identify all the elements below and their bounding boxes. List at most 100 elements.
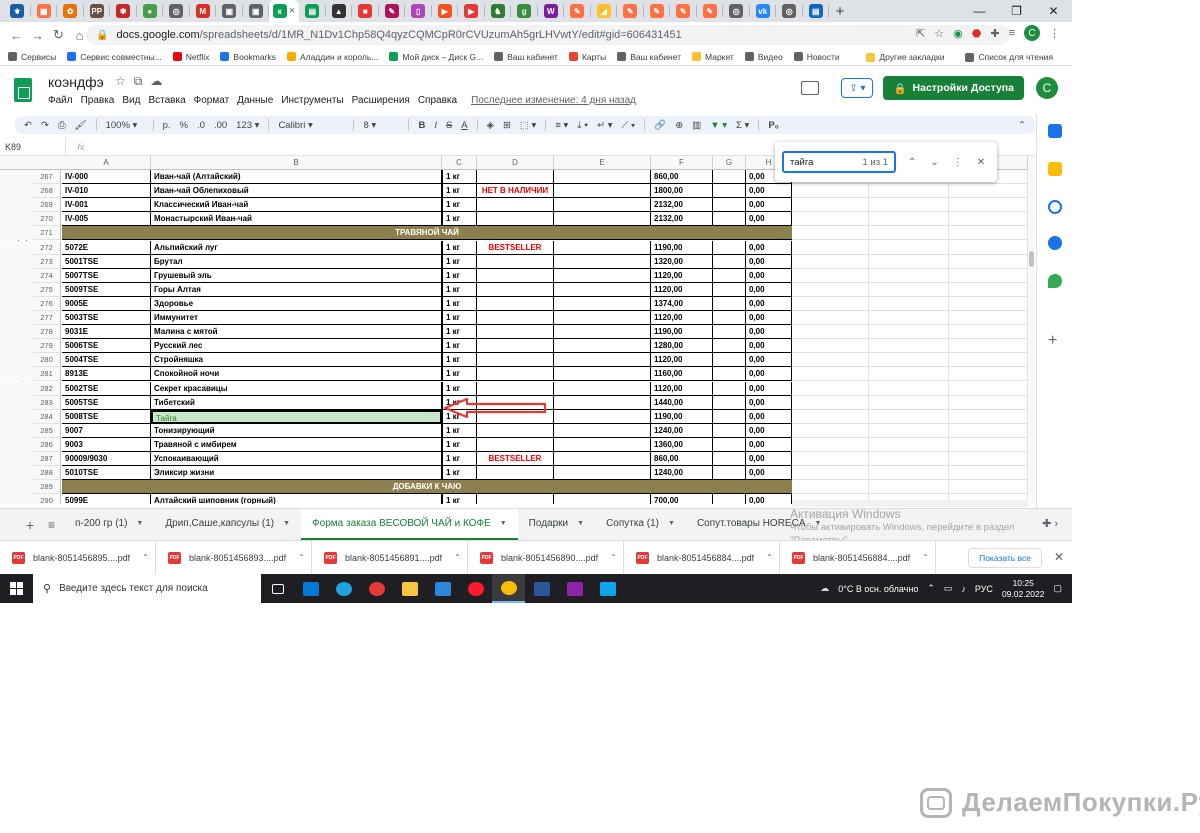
cell-a[interactable]: 9007 xyxy=(62,423,151,438)
cell-h[interactable] xyxy=(713,268,746,283)
add-addon-icon[interactable]: + xyxy=(1048,332,1057,350)
cell-a[interactable]: 9005E xyxy=(62,296,151,311)
browser-tab[interactable]: ▶ xyxy=(432,0,459,22)
cell-c[interactable]: 1 кг xyxy=(442,311,477,326)
opera-icon[interactable] xyxy=(459,574,492,603)
empty-cell[interactable] xyxy=(949,240,1028,255)
tasks-icon[interactable] xyxy=(1048,200,1062,214)
add-sheet-icon[interactable]: + xyxy=(26,517,48,533)
puzzle-icon[interactable]: ✚ xyxy=(990,27,999,40)
back-icon[interactable]: ← xyxy=(6,28,27,43)
cell-a[interactable]: 5006TSE xyxy=(62,339,151,354)
contacts-icon[interactable] xyxy=(1048,236,1062,250)
cell-c[interactable]: 1 кг xyxy=(442,339,477,354)
cell-f[interactable] xyxy=(554,494,651,504)
empty-cell[interactable] xyxy=(869,282,949,297)
row-number[interactable]: 267 xyxy=(33,170,61,185)
cell-d[interactable] xyxy=(477,494,554,504)
chevron-down-icon[interactable]: ▼ xyxy=(136,520,143,527)
move-icon[interactable]: ⧉ xyxy=(134,74,143,89)
text-color-button[interactable]: A xyxy=(461,120,467,131)
cell-f[interactable] xyxy=(554,254,651,269)
decrease-decimal-button[interactable]: .0 xyxy=(197,120,205,131)
browser-tab[interactable]: ✎ xyxy=(697,0,724,22)
browser-tab[interactable]: ▯ xyxy=(405,0,432,22)
empty-cell[interactable] xyxy=(949,395,1028,410)
empty-cell[interactable] xyxy=(869,353,949,368)
mail-icon[interactable] xyxy=(294,574,327,603)
cell-b[interactable]: Успокаивающий xyxy=(151,452,442,467)
browser-tab[interactable]: ✎ xyxy=(644,0,671,22)
cell-h[interactable] xyxy=(713,198,746,213)
taskbar-search[interactable]: ⚲ Введите здесь текст для поиска xyxy=(33,574,261,603)
cell-a[interactable]: IV-000 xyxy=(62,170,151,185)
find-input[interactable]: тайга 1 из 1 xyxy=(782,151,896,173)
empty-cell[interactable] xyxy=(869,226,949,241)
cell-h[interactable] xyxy=(713,452,746,467)
notifications-icon[interactable]: ▢ xyxy=(1053,583,1062,594)
empty-cell[interactable] xyxy=(869,381,949,396)
sheet-tab[interactable]: Форма заказа ВЕСОВОЙ ЧАЙ и КОФЕ ▼ xyxy=(301,508,518,541)
cell-h[interactable] xyxy=(713,367,746,382)
download-item[interactable]: PDF blank-8051456890....pdf ⌃ xyxy=(468,540,624,575)
empty-cell[interactable] xyxy=(869,240,949,255)
cell-c[interactable]: 1 кг xyxy=(442,437,477,452)
bookmark-item[interactable]: Аладдин и король... xyxy=(286,52,378,62)
empty-cell[interactable] xyxy=(869,311,949,326)
align-vertical-icon[interactable]: ⤓ ▾ xyxy=(577,120,588,131)
cell-h[interactable] xyxy=(713,409,746,424)
empty-cell[interactable] xyxy=(949,339,1028,354)
task-view-icon[interactable] xyxy=(261,574,294,603)
browser-tab[interactable]: ✾ xyxy=(110,0,137,22)
cell-f[interactable] xyxy=(554,395,651,410)
cell-f[interactable] xyxy=(554,212,651,227)
cell-g[interactable]: 860,00 xyxy=(651,170,713,185)
zoom-select[interactable]: 100% ▾ xyxy=(106,120,144,131)
edge-icon[interactable] xyxy=(327,574,360,603)
new-tab-button[interactable]: + xyxy=(829,3,851,20)
url-field[interactable]: 🔒 docs.google.com/spreadsheets/d/1MR_N1D… xyxy=(86,25,1010,45)
document-title[interactable]: коэндфэ xyxy=(48,74,104,90)
cell-b[interactable]: Классический Иван-чай xyxy=(151,198,442,213)
cell-a[interactable]: 5005TSE xyxy=(62,395,151,410)
empty-cell[interactable] xyxy=(949,409,1028,424)
cell-h[interactable] xyxy=(713,282,746,297)
chevron-up-icon[interactable]: ⌃ xyxy=(922,553,929,562)
browser-tab[interactable]: ▣ xyxy=(216,0,243,22)
cell-c[interactable]: 1 кг xyxy=(442,170,477,185)
reading-list[interactable]: Список для чтения xyxy=(965,52,1053,62)
network-icon[interactable]: ▭ xyxy=(944,583,953,594)
cell-g[interactable]: 1120,00 xyxy=(651,268,713,283)
cell-f[interactable] xyxy=(554,325,651,340)
empty-cell[interactable] xyxy=(792,268,869,283)
cell-d[interactable] xyxy=(477,367,554,382)
borders-icon[interactable]: ⊞ xyxy=(503,120,511,131)
download-item[interactable]: PDF blank-8051456891....pdf ⌃ xyxy=(312,540,468,575)
cell-f[interactable] xyxy=(554,296,651,311)
bookmark-item[interactable]: Ваш кабинет xyxy=(617,52,681,62)
next-icon[interactable]: ⌄ xyxy=(930,157,938,168)
cell-g[interactable]: 1360,00 xyxy=(651,437,713,452)
row-number[interactable]: 269 xyxy=(33,198,61,213)
word-icon[interactable] xyxy=(525,574,558,603)
browser-tab[interactable]: ◎ xyxy=(723,0,750,22)
row-number[interactable]: 271 xyxy=(33,226,61,241)
cell-i[interactable]: 0,00 xyxy=(746,437,792,452)
cell-b[interactable]: Травяной с имбирем xyxy=(151,437,442,452)
menu-item[interactable]: Инструменты xyxy=(281,95,343,106)
empty-cell[interactable] xyxy=(869,466,949,481)
cell-c[interactable]: 1 кг xyxy=(442,367,477,382)
font-size-select[interactable]: 8 ▾ xyxy=(363,120,399,131)
star-icon[interactable]: ☆ xyxy=(115,74,126,89)
empty-cell[interactable] xyxy=(949,480,1028,495)
sheet-tab[interactable]: Дрип,Саше,капсулы (1) ▼ xyxy=(154,509,301,541)
cell-g[interactable]: 1320,00 xyxy=(651,254,713,269)
user-avatar[interactable]: С xyxy=(1036,77,1058,99)
menu-item[interactable]: Вид xyxy=(122,95,140,106)
cell-f[interactable] xyxy=(554,170,651,185)
empty-cell[interactable] xyxy=(869,212,949,227)
cell-i[interactable]: 0,00 xyxy=(746,494,792,504)
empty-cell[interactable] xyxy=(869,325,949,340)
empty-cell[interactable] xyxy=(792,339,869,354)
row-number[interactable]: 278 xyxy=(33,325,61,340)
